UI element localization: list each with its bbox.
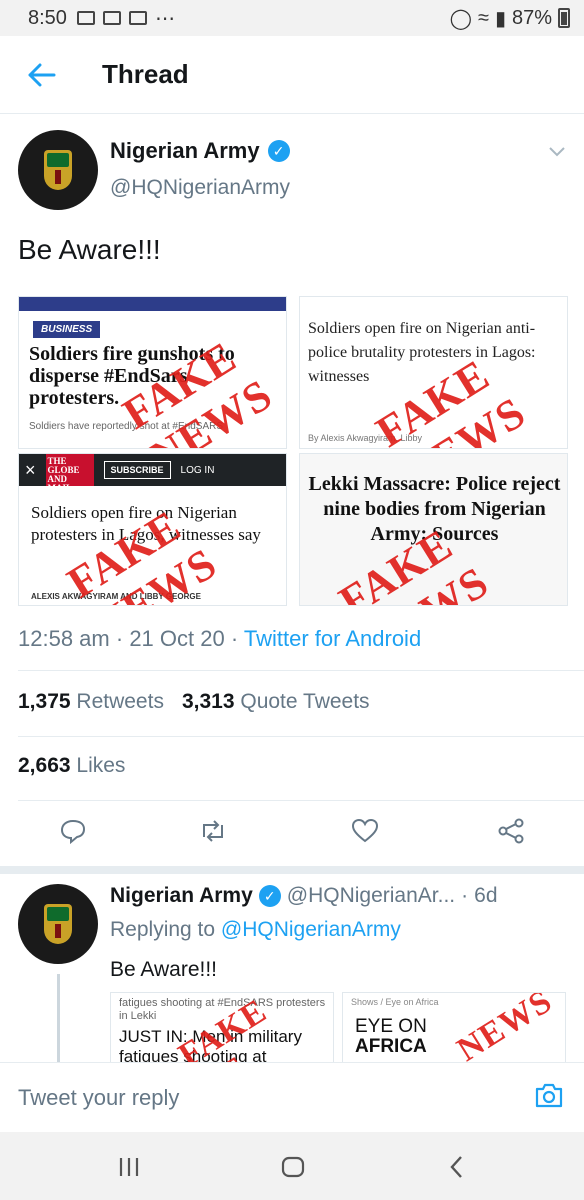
section-badge: BUSINESS — [33, 321, 101, 338]
media-image-2[interactable]: Soldiers open fire on Nigerian anti-poli… — [299, 296, 568, 449]
more-notifications-icon: ⋯ — [154, 7, 175, 30]
subscribe-label: SUBSCRIBE — [103, 461, 171, 479]
likes-count: 2,663 — [18, 754, 71, 777]
wifi-icon: ≈ — [477, 6, 489, 29]
display-name[interactable]: Nigerian Army — [110, 138, 260, 164]
divider — [18, 670, 584, 671]
divider — [18, 736, 584, 737]
meta-separator: · — [115, 626, 130, 651]
likes-label: Likes — [76, 754, 126, 777]
notification-icons: ⋯ — [76, 6, 175, 31]
drive-icon — [128, 11, 147, 25]
app-notification-icon — [102, 11, 121, 25]
system-icons: ◯ ≈ ▮ 87% — [450, 6, 570, 31]
battery-percent: 87% — [511, 6, 552, 29]
replying-to: Replying to @HQNigerianArmy — [110, 918, 401, 942]
verified-badge-icon: ✓ — [267, 140, 290, 162]
army-crest-icon — [44, 150, 72, 190]
retweets-stat[interactable]: 1,375 Retweets — [18, 690, 164, 714]
quote-tweets-count: 3,313 — [181, 690, 235, 713]
gmail-icon — [76, 11, 95, 25]
recent-apps-icon[interactable] — [114, 1154, 144, 1180]
tweet-actions — [0, 808, 584, 856]
status-bar: 8:50 ⋯ ◯ ≈ ▮ 87% — [0, 0, 584, 36]
tweet-text: Be Aware!!! — [18, 234, 161, 265]
mention-link[interactable]: @HQNigerianArmy — [221, 918, 401, 941]
tweet-text: Be Aware!!! — [110, 958, 218, 981]
system-nav-bar — [0, 1132, 584, 1200]
likes-stat[interactable]: 2,663 Likes — [18, 754, 125, 778]
tweet-media-grid: BUSINESS Soldiers fire gunshots to dispe… — [18, 296, 568, 606]
back-nav-icon[interactable] — [442, 1154, 472, 1180]
reply-media-grid: fatigues shooting at #EndSARS protesters… — [110, 992, 566, 1062]
page-title: Thread — [102, 59, 189, 89]
reply-author-row: Nigerian Army ✓ @HQNigerianAr... · 6d — [110, 884, 498, 908]
close-icon: × — [25, 459, 36, 480]
fake-news-stamp: FAKE NEWS — [114, 332, 281, 449]
breadcrumb: Shows / Eye on Africa — [351, 997, 439, 1007]
camera-icon[interactable] — [534, 1081, 564, 1109]
reply-icon[interactable] — [56, 814, 90, 848]
media-image-1[interactable]: BUSINESS Soldiers fire gunshots to dispe… — [18, 296, 287, 449]
tweet-age: 6d — [474, 884, 498, 907]
show-title-line-2: AFRICA — [355, 1036, 427, 1057]
retweets-label: Retweets — [76, 690, 164, 713]
meta-separator: · — [461, 884, 469, 907]
user-handle[interactable]: @HQNigerianArmy — [110, 176, 290, 200]
thread-connector-line — [57, 974, 60, 1062]
avatar[interactable] — [18, 130, 98, 210]
divider — [18, 800, 584, 801]
user-handle[interactable]: @HQNigerianAr... — [287, 884, 455, 908]
display-name[interactable]: Nigerian Army — [110, 884, 253, 908]
thread-header: Thread — [0, 36, 584, 114]
reply-composer[interactable]: Tweet your reply — [0, 1062, 584, 1132]
tweet-source-link[interactable]: Twitter for Android — [244, 626, 421, 651]
tweet-date: 21 Oct 20 — [129, 626, 225, 651]
media-image-3[interactable]: × THE GLOBE AND MAIL SUBSCRIBE LOG IN So… — [18, 453, 287, 606]
show-title: EYE ON AFRICA — [355, 1017, 427, 1057]
home-icon[interactable] — [278, 1154, 308, 1180]
engagement-stats: 1,375 Retweets 3,313 Quote Tweets — [18, 690, 370, 714]
media-image-4[interactable]: Lekki Massacre: Police reject nine bodie… — [299, 453, 568, 606]
share-icon[interactable] — [494, 814, 528, 848]
status-time: 8:50 — [28, 6, 67, 29]
publication-logo: THE GLOBE AND MAIL — [45, 454, 94, 493]
reply-media-image-1[interactable]: fatigues shooting at #EndSARS protesters… — [110, 992, 334, 1062]
quote-tweets-stat[interactable]: 3,313 Quote Tweets — [182, 690, 370, 714]
chevron-down-icon[interactable] — [548, 142, 566, 160]
retweets-count: 1,375 — [18, 690, 71, 713]
reply-tweet[interactable]: Nigerian Army ✓ @HQNigerianAr... · 6d Re… — [0, 874, 584, 1062]
section-separator — [0, 866, 584, 874]
reply-media-image-2[interactable]: Shows / Eye on Africa EYE ON AFRICA NEWS — [342, 992, 566, 1062]
back-arrow-icon[interactable] — [22, 55, 62, 95]
fake-news-stamp-fragment: NEWS — [450, 992, 559, 1062]
signal-icon: ▮ — [494, 7, 506, 30]
verified-badge-icon: ✓ — [258, 885, 281, 907]
meta-separator: · — [230, 626, 244, 651]
avatar[interactable] — [18, 884, 98, 964]
tweet-meta: 12:58 am · 21 Oct 20 · Twitter for Andro… — [18, 626, 421, 652]
replying-prefix: Replying to — [110, 918, 216, 941]
reply-input[interactable]: Tweet your reply — [18, 1085, 179, 1111]
quote-tweets-label: Quote Tweets — [240, 690, 370, 713]
site-header-bar — [19, 297, 286, 311]
battery-icon — [558, 8, 570, 28]
retweet-icon[interactable] — [196, 814, 230, 848]
alarm-icon: ◯ — [449, 7, 472, 30]
tweet-time: 12:58 am — [18, 626, 110, 651]
show-title-line-1: EYE ON — [355, 1016, 427, 1037]
like-icon[interactable] — [348, 814, 382, 848]
tweet-author[interactable]: Nigerian Army ✓ — [110, 138, 290, 164]
army-crest-icon — [44, 904, 72, 944]
